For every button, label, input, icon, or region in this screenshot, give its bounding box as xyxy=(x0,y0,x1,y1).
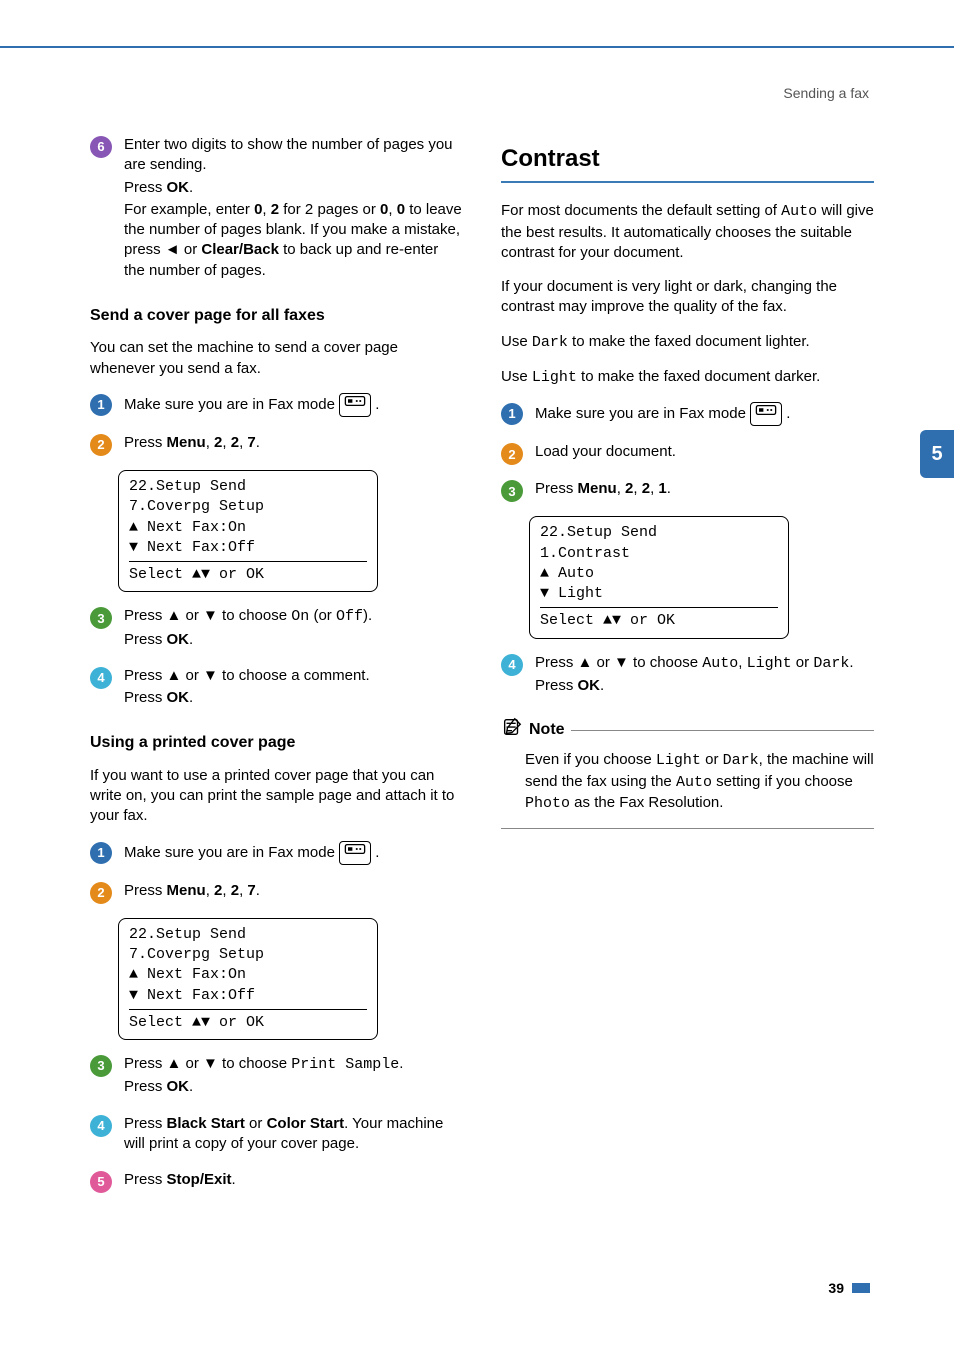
printed-step3-line1: Press ▲ or ▼ to choose Print Sample. xyxy=(124,1054,463,1075)
top-rule xyxy=(0,46,954,48)
lcd-display-3: 22.Setup Send 1.Contrast ▲ Auto ▼ Light … xyxy=(529,516,789,638)
contrast-p1: For most documents the default setting o… xyxy=(501,201,874,263)
all-step4-line1: Press ▲ or ▼ to choose a comment. xyxy=(124,666,463,686)
page-footer: 39 xyxy=(828,1280,870,1296)
step6-line2: Press OK. xyxy=(124,178,463,198)
lcd1-l3: ▲ Next Fax:On xyxy=(129,518,367,538)
all-step-2: 2 Press Menu, 2, 2, 7. xyxy=(90,433,463,456)
all-step2-text: Press Menu, 2, 2, 7. xyxy=(124,433,463,453)
lcd3-l3: ▲ Auto xyxy=(540,564,778,584)
step-number-3c: 3 xyxy=(501,480,523,502)
all-step-1: 1 Make sure you are in Fax mode . xyxy=(90,393,463,419)
contrast-step4-line1: Press ▲ or ▼ to choose Auto, Light or Da… xyxy=(535,653,874,674)
step6-line1: Enter two digits to show the number of p… xyxy=(124,135,463,176)
fax-mode-icon xyxy=(750,402,782,426)
contrast-p3: Use Dark to make the faxed document ligh… xyxy=(501,332,874,353)
printed-step-1: 1 Make sure you are in Fax mode . xyxy=(90,841,463,867)
all-step-4: 4 Press ▲ or ▼ to choose a comment. Pres… xyxy=(90,666,463,711)
sub2-intro: If you want to use a printed cover page … xyxy=(90,766,463,827)
step-number-1b: 1 xyxy=(90,842,112,864)
step-number-4b: 4 xyxy=(90,1115,112,1137)
step-number-2: 2 xyxy=(90,434,112,456)
contrast-p4: Use Light to make the faxed document dar… xyxy=(501,367,874,388)
lcd1-sep xyxy=(129,561,367,562)
note-label: Note xyxy=(529,719,565,741)
note-text: Even if you choose Light or Dark, the ma… xyxy=(525,750,874,814)
lcd3-l4: ▼ Light xyxy=(540,584,778,604)
all-step3-line1: Press ▲ or ▼ to choose On (or Off). xyxy=(124,606,463,627)
printed-step-4: 4 Press Black Start or Color Start. Your… xyxy=(90,1114,463,1157)
right-column: Contrast For most documents the default … xyxy=(501,135,874,1288)
contrast-step4-line2: Press OK. xyxy=(535,676,874,696)
all-step4-line2: Press OK. xyxy=(124,688,463,708)
lcd1-l2: 7.Coverpg Setup xyxy=(129,497,367,517)
contrast-step3-text: Press Menu, 2, 2, 1. xyxy=(535,479,874,499)
contrast-step-3: 3 Press Menu, 2, 2, 1. xyxy=(501,479,874,502)
printed-step3-line2: Press OK. xyxy=(124,1077,463,1097)
step6-line3: For example, enter 0, 2 for 2 pages or 0… xyxy=(124,200,463,281)
step-6: 6 Enter two digits to show the number of… xyxy=(90,135,463,283)
printed-step4-text: Press Black Start or Color Start. Your m… xyxy=(124,1114,463,1155)
running-header: Sending a fax xyxy=(783,85,869,101)
lcd-display-2: 22.Setup Send 7.Coverpg Setup ▲ Next Fax… xyxy=(118,918,378,1040)
printed-step-5: 5 Press Stop/Exit. xyxy=(90,1170,463,1193)
subheading-send-all: Send a cover page for all faxes xyxy=(90,305,463,327)
printed-step5-text: Press Stop/Exit. xyxy=(124,1170,463,1190)
lcd2-l1: 22.Setup Send xyxy=(129,925,367,945)
contrast-step-2: 2 Load your document. xyxy=(501,442,874,465)
note-end-rule xyxy=(501,828,874,829)
step-number-3: 3 xyxy=(90,607,112,629)
lcd2-l5: Select ▲▼ or OK xyxy=(129,1013,367,1033)
left-column: 6 Enter two digits to show the number of… xyxy=(90,135,463,1288)
step-number-4c: 4 xyxy=(501,654,523,676)
lcd-display-1: 22.Setup Send 7.Coverpg Setup ▲ Next Fax… xyxy=(118,470,378,592)
step-number-1c: 1 xyxy=(501,403,523,425)
printed-step-3: 3 Press ▲ or ▼ to choose Print Sample. P… xyxy=(90,1054,463,1100)
page-number: 39 xyxy=(828,1280,844,1296)
step-number-4: 4 xyxy=(90,667,112,689)
printed-step1-text: Make sure you are in Fax mode . xyxy=(124,841,463,865)
section-rule xyxy=(501,181,874,183)
step-number-6: 6 xyxy=(90,136,112,158)
chapter-tab: 5 xyxy=(920,430,954,478)
lcd3-sep xyxy=(540,607,778,608)
lcd3-l1: 22.Setup Send xyxy=(540,523,778,543)
all-step-3: 3 Press ▲ or ▼ to choose On (or Off). Pr… xyxy=(90,606,463,652)
footer-bar xyxy=(852,1283,870,1293)
all-step1-text: Make sure you are in Fax mode . xyxy=(124,393,463,417)
step-number-5b: 5 xyxy=(90,1171,112,1193)
step-number-3b: 3 xyxy=(90,1055,112,1077)
contrast-step1-text: Make sure you are in Fax mode . xyxy=(535,402,874,426)
fax-mode-icon xyxy=(339,841,371,865)
all-step3-line2: Press OK. xyxy=(124,630,463,650)
subheading-printed-cover: Using a printed cover page xyxy=(90,732,463,754)
note-rule xyxy=(571,730,874,731)
lcd1-l5: Select ▲▼ or OK xyxy=(129,565,367,585)
fax-mode-icon xyxy=(339,393,371,417)
lcd2-l2: 7.Coverpg Setup xyxy=(129,945,367,965)
section-heading-contrast: Contrast xyxy=(501,143,874,175)
step-number-2b: 2 xyxy=(90,882,112,904)
lcd3-l2: 1.Contrast xyxy=(540,544,778,564)
printed-step-2: 2 Press Menu, 2, 2, 7. xyxy=(90,881,463,904)
lcd2-l4: ▼ Next Fax:Off xyxy=(129,986,367,1006)
contrast-step2-text: Load your document. xyxy=(535,442,874,462)
contrast-step-4: 4 Press ▲ or ▼ to choose Auto, Light or … xyxy=(501,653,874,699)
printed-step2-text: Press Menu, 2, 2, 7. xyxy=(124,881,463,901)
sub1-intro: You can set the machine to send a cover … xyxy=(90,338,463,379)
lcd1-l1: 22.Setup Send xyxy=(129,477,367,497)
contrast-step-1: 1 Make sure you are in Fax mode . xyxy=(501,402,874,428)
page-body: 6 Enter two digits to show the number of… xyxy=(90,135,874,1288)
lcd1-l4: ▼ Next Fax:Off xyxy=(129,538,367,558)
note-icon xyxy=(501,716,523,744)
contrast-p2: If your document is very light or dark, … xyxy=(501,277,874,318)
note-body: Even if you choose Light or Dark, the ma… xyxy=(501,750,874,814)
lcd2-sep xyxy=(129,1009,367,1010)
note-header: Note xyxy=(501,716,874,744)
lcd3-l5: Select ▲▼ or OK xyxy=(540,611,778,631)
lcd2-l3: ▲ Next Fax:On xyxy=(129,965,367,985)
step-number-2c: 2 xyxy=(501,443,523,465)
step-number-1: 1 xyxy=(90,394,112,416)
